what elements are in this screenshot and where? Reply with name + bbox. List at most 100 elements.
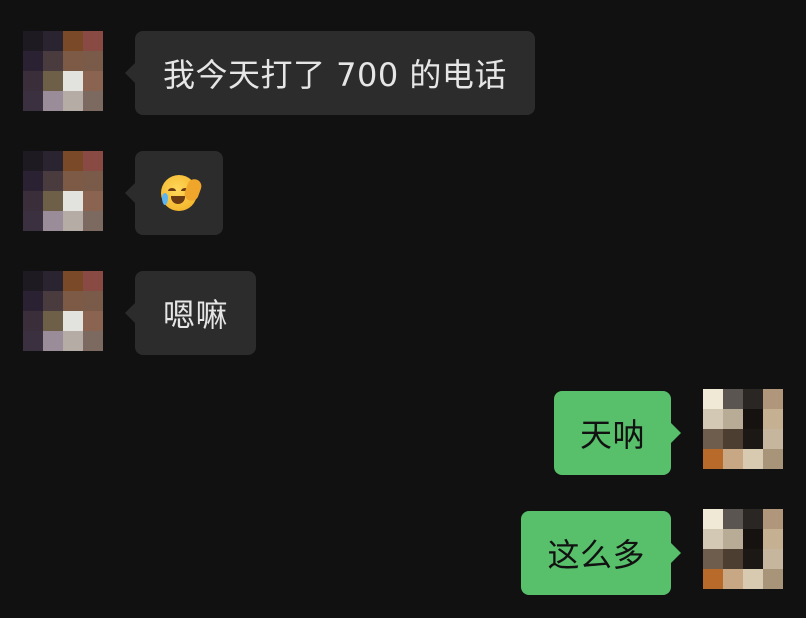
crying-facepalm-emoji-icon — [161, 175, 204, 211]
avatar-pixel — [43, 171, 63, 191]
avatar-pixel — [83, 71, 103, 91]
avatar-pixel — [743, 549, 763, 569]
avatar-pixel — [23, 191, 43, 211]
avatar-pixel — [763, 529, 783, 549]
avatar-pixel — [703, 509, 723, 529]
avatar-pixel — [63, 171, 83, 191]
avatar-pixel — [763, 449, 783, 469]
avatar-pixel — [43, 211, 63, 231]
avatar-pixel — [43, 31, 63, 51]
contact-avatar[interactable] — [23, 271, 103, 351]
emoji-tear — [162, 193, 168, 205]
message-bubble-outgoing[interactable]: 天呐 — [553, 391, 682, 475]
avatar-pixel — [23, 291, 43, 311]
avatar-pixel — [63, 151, 83, 171]
avatar-pixel — [83, 331, 103, 351]
message-text: 这么多 — [547, 536, 645, 574]
avatar-pixel — [743, 529, 763, 549]
contact-avatar[interactable] — [23, 31, 103, 111]
avatar-pixel — [723, 529, 743, 549]
avatar-pixel — [83, 51, 103, 71]
avatar-pixel — [83, 211, 103, 231]
avatar-pixel — [43, 331, 63, 351]
avatar-pixel — [743, 429, 763, 449]
avatar-pixel — [23, 211, 43, 231]
avatar-pixel — [63, 271, 83, 291]
avatar-pixel — [43, 311, 63, 331]
avatar-pixel — [43, 51, 63, 71]
avatar-pixel — [703, 449, 723, 469]
message-bubble-incoming[interactable]: 我今天打了 700 的电话 — [125, 31, 535, 115]
message-bubble-incoming[interactable] — [125, 151, 223, 235]
avatar-pixel — [703, 409, 723, 429]
avatar-pixel — [83, 271, 103, 291]
avatar-pixel — [763, 549, 783, 569]
avatar-pixel — [43, 191, 63, 211]
avatar-pixel — [703, 529, 723, 549]
avatar-pixel — [703, 569, 723, 589]
avatar-pixel — [723, 429, 743, 449]
avatar-pixel — [63, 211, 83, 231]
message-text: 我今天打了 700 的电话 — [163, 56, 507, 94]
avatar-pixel — [63, 51, 83, 71]
avatar-pixel — [63, 91, 83, 111]
avatar-pixel — [763, 409, 783, 429]
avatar-pixel — [23, 151, 43, 171]
avatar-pixel — [23, 71, 43, 91]
avatar-pixel — [743, 389, 763, 409]
avatar-pixel — [83, 31, 103, 51]
avatar-pixel — [723, 389, 743, 409]
avatar-pixel — [83, 91, 103, 111]
message-text: 嗯嘛 — [163, 296, 229, 334]
avatar-pixel — [63, 331, 83, 351]
avatar-pixel — [763, 389, 783, 409]
avatar-pixel — [63, 311, 83, 331]
avatar-pixel — [723, 449, 743, 469]
avatar-pixel — [83, 291, 103, 311]
avatar-pixel — [743, 449, 763, 469]
avatar-pixel — [43, 91, 63, 111]
message-bubble-outgoing[interactable]: 这么多 — [521, 511, 681, 595]
emoji-mouth — [171, 196, 185, 204]
avatar-pixel — [23, 271, 43, 291]
chat-window: 我今天打了 700 的电话 嗯嘛 天呐 这么多 — [0, 0, 806, 618]
avatar-pixel — [43, 271, 63, 291]
emoji-eye-left — [168, 188, 176, 194]
avatar-pixel — [83, 191, 103, 211]
avatar-pixel — [763, 509, 783, 529]
self-avatar[interactable] — [703, 509, 783, 589]
avatar-pixel — [23, 51, 43, 71]
avatar-pixel — [703, 549, 723, 569]
avatar-pixel — [743, 509, 763, 529]
avatar-pixel — [23, 31, 43, 51]
avatar-pixel — [63, 191, 83, 211]
avatar-pixel — [723, 569, 743, 589]
avatar-pixel — [723, 409, 743, 429]
avatar-pixel — [23, 91, 43, 111]
avatar-pixel — [23, 331, 43, 351]
avatar-pixel — [63, 71, 83, 91]
avatar-pixel — [763, 429, 783, 449]
avatar-pixel — [43, 291, 63, 311]
emoji-hand — [182, 177, 204, 203]
avatar-pixel — [743, 569, 763, 589]
avatar-pixel — [763, 569, 783, 589]
avatar-pixel — [43, 151, 63, 171]
avatar-pixel — [83, 311, 103, 331]
avatar-pixel — [703, 389, 723, 409]
avatar-pixel — [43, 71, 63, 91]
avatar-pixel — [23, 311, 43, 331]
avatar-pixel — [63, 31, 83, 51]
contact-avatar[interactable] — [23, 151, 103, 231]
avatar-pixel — [83, 151, 103, 171]
message-bubble-incoming[interactable]: 嗯嘛 — [124, 271, 257, 355]
self-avatar[interactable] — [703, 389, 783, 469]
avatar-pixel — [63, 291, 83, 311]
avatar-pixel — [703, 429, 723, 449]
avatar-pixel — [723, 509, 743, 529]
avatar-pixel — [723, 549, 743, 569]
avatar-pixel — [83, 171, 103, 191]
message-text: 天呐 — [579, 416, 645, 454]
avatar-pixel — [23, 171, 43, 191]
avatar-pixel — [743, 409, 763, 429]
